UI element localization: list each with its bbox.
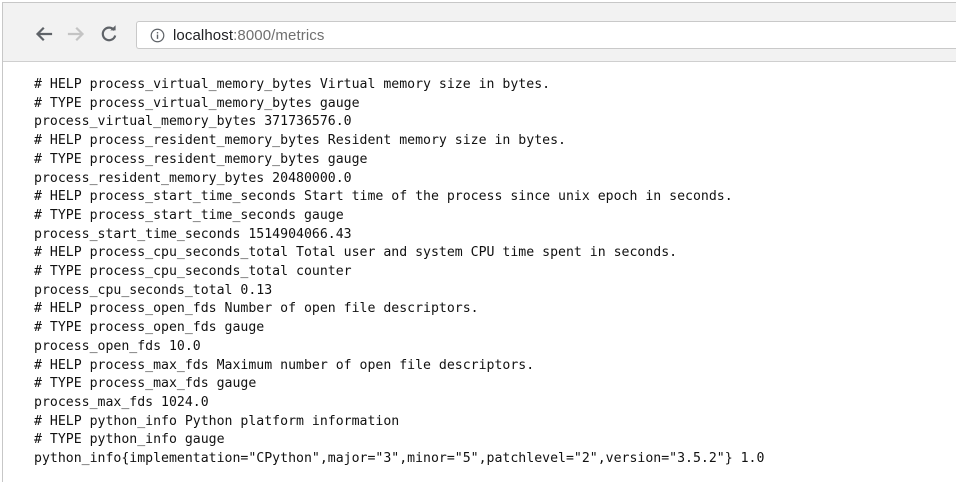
forward-arrow-icon[interactable] [65,23,87,45]
metrics-line: # HELP process_start_time_seconds Start … [34,189,733,205]
metrics-line: # TYPE process_max_fds gauge [34,376,257,392]
metrics-line: # HELP process_virtual_memory_bytes Virt… [34,77,551,92]
metrics-line: process_resident_memory_bytes 20480000.0 [34,170,352,186]
metrics-line: process_open_fds 10.0 [34,338,201,354]
browser-window: localhost:8000/metrics # HELP process_vi… [2,2,956,482]
metrics-line: # TYPE process_start_time_seconds gauge [34,207,344,223]
info-icon[interactable] [149,27,165,43]
reload-icon[interactable] [98,23,120,45]
metrics-line: # TYPE process_cpu_seconds_total counter [34,264,352,280]
metrics-text: # HELP process_virtual_memory_bytes Virt… [34,76,764,469]
url-text[interactable]: localhost:8000/metrics [173,27,324,44]
metrics-line: python_info{implementation="CPython",maj… [34,451,765,467]
browser-toolbar: localhost:8000/metrics [3,3,956,62]
address-bar[interactable]: localhost:8000/metrics [136,21,956,49]
metrics-line: # TYPE process_virtual_memory_bytes gaug… [34,95,360,111]
metrics-line: process_start_time_seconds 1514904066.43 [34,226,352,242]
url-host: localhost [173,26,234,44]
metrics-line: # TYPE process_open_fds gauge [34,320,265,336]
metrics-line: # HELP process_max_fds Maximum number of… [34,357,535,373]
metrics-line: # TYPE python_info gauge [34,432,225,448]
metrics-line: # TYPE process_resident_memory_bytes gau… [34,151,368,167]
metrics-line: # HELP process_resident_memory_bytes Res… [34,133,566,149]
url-path: :8000/metrics [233,26,325,44]
metrics-line: # HELP python_info Python platform infor… [34,413,400,429]
back-arrow-icon[interactable] [33,23,55,45]
metrics-line: # HELP process_cpu_seconds_total Total u… [34,245,678,261]
metrics-line: # HELP process_open_fds Number of open f… [34,301,479,317]
metrics-line: process_max_fds 1024.0 [34,394,209,410]
metrics-line: process_virtual_memory_bytes 371736576.0 [34,114,352,130]
metrics-line: process_cpu_seconds_total 0.13 [34,282,273,298]
